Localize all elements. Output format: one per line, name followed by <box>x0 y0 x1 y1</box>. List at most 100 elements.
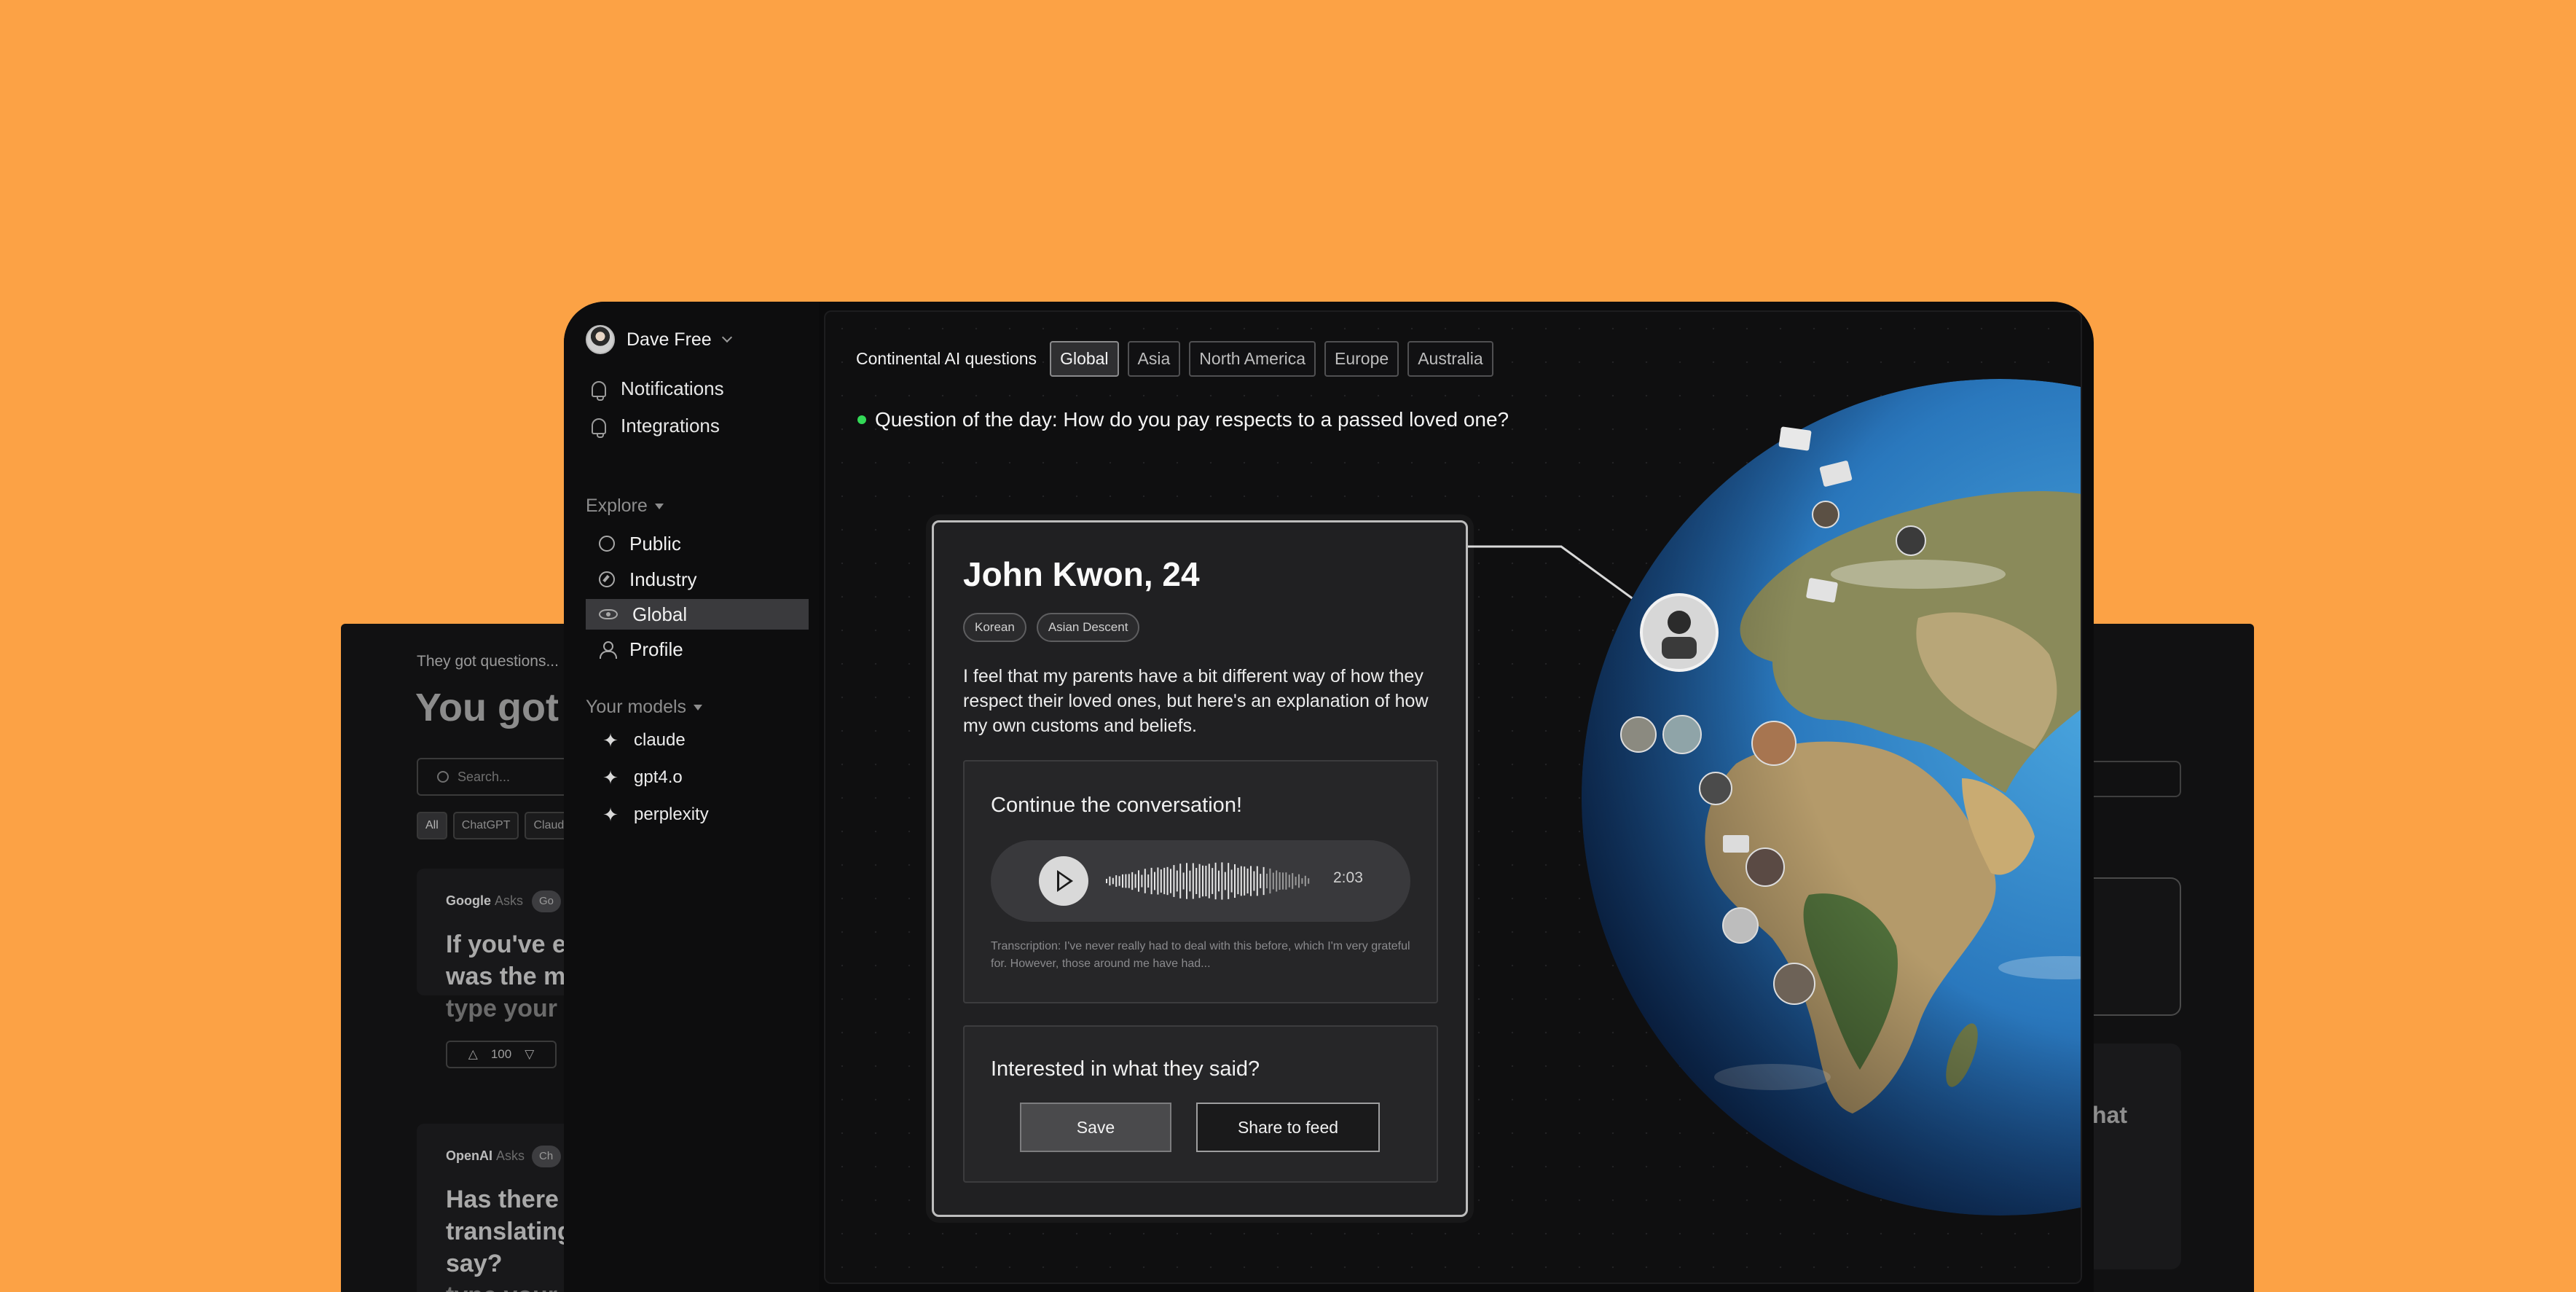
user-menu[interactable]: Dave Free <box>586 325 732 354</box>
sidebar: Dave Free Notifications Integrations Exp… <box>564 302 819 1292</box>
main-window: Dave Free Notifications Integrations Exp… <box>564 302 2094 1292</box>
user-pin[interactable] <box>1662 715 1702 754</box>
sidebar-item-public[interactable]: Public <box>586 528 809 559</box>
sidebar-item-integrations[interactable]: Integrations <box>592 415 720 438</box>
user-pin[interactable] <box>1773 963 1815 1005</box>
caret-down-icon <box>694 704 703 710</box>
user-pin[interactable] <box>1812 501 1839 528</box>
model-item-perplexity[interactable]: ✦ perplexity <box>602 804 709 825</box>
sidebar-item-global[interactable]: Global <box>586 599 809 630</box>
sparkle-icon: ✦ <box>602 729 619 751</box>
question-text: If you've ev was the motype your a <box>446 931 581 1022</box>
conversation-panel: Continue the conversation! 2:03 Transcri… <box>963 760 1438 1003</box>
play-button[interactable] <box>1039 856 1088 906</box>
search-icon <box>437 771 449 783</box>
filter-chip-chatgpt[interactable]: ChatGPT <box>452 812 519 839</box>
person-icon <box>599 641 617 659</box>
user-pin[interactable] <box>1699 772 1732 805</box>
sidebar-item-label: Public <box>629 532 681 555</box>
profile-bio: I feel that my parents have a bit differ… <box>963 666 1429 736</box>
user-pin[interactable] <box>1751 721 1796 766</box>
sidebar-item-label: Profile <box>629 638 683 660</box>
back-right-box <box>2089 877 2181 1016</box>
interest-heading: Interested in what they said? <box>991 1057 1260 1081</box>
continue-heading: Continue the conversation! <box>991 794 1242 817</box>
back-title: You got <box>415 686 559 729</box>
sidebar-item-profile[interactable]: Profile <box>586 634 809 665</box>
sidebar-item-label: Notifications <box>621 377 724 399</box>
models-label: Your models <box>586 697 687 717</box>
bell-icon <box>592 380 606 401</box>
model-item-gpt4o[interactable]: ✦ gpt4.o <box>602 767 683 788</box>
user-pin[interactable] <box>1620 716 1657 753</box>
model-label: perplexity <box>634 804 709 824</box>
interest-panel: Interested in what they said? Save Share… <box>963 1025 1438 1183</box>
back-right-input[interactable] <box>2089 761 2181 797</box>
vote-count: 100 <box>490 1047 512 1061</box>
profile-tag: Korean <box>963 613 1026 642</box>
main-content: Continental AI questions Global Asia Nor… <box>824 310 2082 1284</box>
tab-europe[interactable]: Europe <box>1324 341 1399 377</box>
profile-tags: Korean Asian Descent <box>963 613 1140 642</box>
model-label: claude <box>634 730 686 750</box>
waveform[interactable] <box>1106 861 1314 901</box>
upvote-icon[interactable]: △ <box>468 1047 478 1062</box>
tab-australia[interactable]: Australia <box>1407 341 1493 377</box>
sparkle-icon: ✦ <box>602 804 619 826</box>
models-section-toggle[interactable]: Your models <box>586 697 703 718</box>
globe-pins <box>1620 501 1926 1005</box>
tab-global[interactable]: Global <box>1050 341 1119 377</box>
model-badge: Go <box>532 890 561 912</box>
user-name: Dave Free <box>627 329 712 350</box>
question-asker: Google Asks <box>446 893 524 908</box>
model-item-claude[interactable]: ✦ claude <box>602 730 686 751</box>
profile-name: John Kwon, 24 <box>963 555 1200 593</box>
profile-tag: Asian Descent <box>1036 613 1140 642</box>
save-button[interactable]: Save <box>1020 1103 1171 1152</box>
user-pin[interactable] <box>1746 847 1785 887</box>
sidebar-item-label: Integrations <box>621 415 720 436</box>
question-of-the-day: Question of the day: How do you pay resp… <box>857 408 1509 431</box>
filter-chip-all[interactable]: All <box>417 812 447 839</box>
bell-icon <box>592 418 606 438</box>
tabs-label: Continental AI questions <box>856 349 1037 368</box>
explore-section-toggle[interactable]: Explore <box>586 496 664 517</box>
profile-card: John Kwon, 24 Korean Asian Descent I fee… <box>932 520 1468 1217</box>
continent-tabs: Continental AI questions Global Asia Nor… <box>856 341 1493 377</box>
active-user-pin[interactable] <box>1640 593 1719 672</box>
back-right-text: hat <box>2092 1102 2127 1128</box>
back-subtitle: They got questions... <box>417 653 559 670</box>
question-asker: OpenAI Asks <box>446 1148 525 1163</box>
audio-player: 2:03 <box>991 840 1410 922</box>
tab-north-america[interactable]: North America <box>1189 341 1316 377</box>
back-search-placeholder: Search... <box>458 769 511 784</box>
eye-icon <box>599 609 618 619</box>
back-right-card <box>2089 1044 2181 1269</box>
audio-duration: 2:03 <box>1333 869 1363 886</box>
user-pin[interactable] <box>1896 525 1926 556</box>
downvote-icon[interactable]: ▽ <box>525 1047 534 1062</box>
sidebar-item-industry[interactable]: Industry <box>586 564 809 595</box>
question-text: Has there b translating say?type your a <box>446 1186 581 1292</box>
sidebar-item-label: Global <box>632 603 688 625</box>
question-of-the-day-text: Question of the day: How do you pay resp… <box>875 408 1509 431</box>
user-pin[interactable] <box>1722 907 1759 944</box>
chevron-down-icon <box>721 332 732 343</box>
circle-icon <box>599 536 615 552</box>
avatar <box>586 325 615 354</box>
tab-asia[interactable]: Asia <box>1127 341 1181 377</box>
back-search-input[interactable]: Search... <box>417 758 577 796</box>
sparkle-icon: ✦ <box>602 767 619 788</box>
explore-label: Explore <box>586 496 648 516</box>
transcription-text: Transcription: I've never really had to … <box>991 940 1410 970</box>
caret-down-icon <box>654 503 664 509</box>
model-label: gpt4.o <box>634 767 683 787</box>
model-badge: Ch <box>532 1146 561 1167</box>
share-to-feed-button[interactable]: Share to feed <box>1196 1103 1380 1152</box>
back-filter-chips: All ChatGPT Claud <box>417 812 573 839</box>
sidebar-item-label: Industry <box>629 568 697 590</box>
sidebar-item-notifications[interactable]: Notifications <box>592 377 724 401</box>
vote-control[interactable]: △ 100 ▽ <box>446 1041 557 1068</box>
live-dot-icon <box>857 415 866 424</box>
compass-icon <box>599 571 615 587</box>
